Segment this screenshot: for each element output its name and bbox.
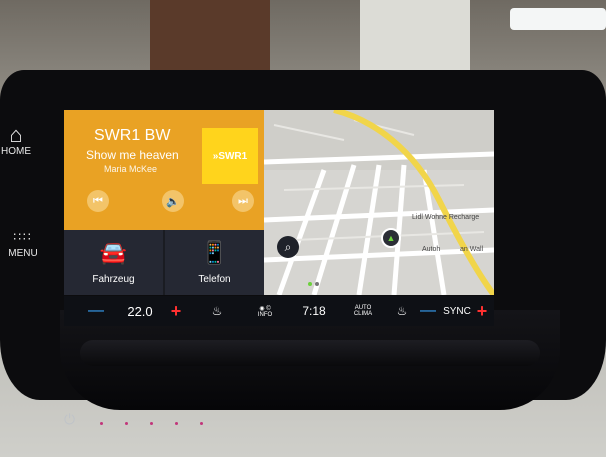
info-label: INFO [257,311,273,318]
home-icon: ⌂ [9,122,23,147]
next-button[interactable]: ⏭ [232,190,254,212]
background-door [150,0,270,70]
background-panel [360,0,470,80]
tile-telefon[interactable]: 📱 Telefon [165,230,264,295]
tile-label: Fahrzeug [92,274,135,285]
info-icon: ◉ © [259,305,271,312]
navigation-arrow-icon: ▲ [381,228,401,248]
car-infotainment-photo: ⏻ ⌂ HOME ∷∷ MENU SWR1 BW Show me heaven … [0,0,606,457]
previous-button[interactable]: ⏮ [87,190,109,212]
temp-right-minus[interactable]: — [420,296,436,326]
tile-label: Telefon [198,274,231,285]
tile-fahrzeug[interactable]: 🚘 Fahrzeug [64,230,163,295]
clima-button[interactable]: AUTO CLIMA [348,296,378,326]
clock: 7:18 [302,304,326,318]
mute-button[interactable]: 🔈 [162,190,184,212]
page-indicator [308,273,322,291]
temp-left-minus[interactable]: — [86,296,106,326]
phone-icon: 📱 [200,240,229,265]
temp-left-plus[interactable]: + [166,296,186,326]
station-logo: »SWR1 [202,128,258,184]
clima-label: CLIMA [353,311,373,317]
background-lamp [510,8,606,30]
bezel-ridge [80,340,540,366]
car-icon: 🚘 [99,240,128,265]
search-icon[interactable]: ⌕ [277,236,299,258]
home-button[interactable]: ⌂ HOME [0,122,32,158]
artist-name: Maria McKee [104,164,158,174]
infotainment-screen: SWR1 BW Show me heaven Maria McKee »SWR1… [64,110,494,295]
menu-label: MENU [8,248,38,259]
temp-left-value: 22.0 [127,303,153,319]
navigation-map[interactable]: Lidl Wohne Recharge Autoh an Wall ⌕ ▲ [264,110,494,295]
seat-heat-left-icon[interactable]: ♨ [204,296,230,326]
temp-right-plus[interactable]: + [474,296,490,326]
song-title: Show me heaven [86,148,179,162]
seat-heat-right-icon[interactable]: ♨ [390,296,414,326]
shortcut-tiles: 🚘 Fahrzeug 📱 Telefon [64,230,264,295]
menu-button[interactable]: ∷∷ MENU [4,226,42,259]
home-label: HOME [1,146,31,157]
station-name: SWR1 BW [94,127,171,144]
poi-label: Autoh [422,246,441,253]
grid-icon: ∷∷ [13,230,33,244]
poi-label: an Wall [460,246,484,253]
climate-bar: — 22.0 + ♨ ◉ © INFO 7:18 AUTO CLIMA ♨ — … [64,296,494,326]
ambient-leds [100,412,240,426]
info-button[interactable]: ◉ © INFO [250,296,280,326]
map-roads [264,110,494,295]
radio-widget[interactable]: SWR1 BW Show me heaven Maria McKee »SWR1… [64,110,264,230]
poi-label: Lidl Wohne Recharge [412,214,480,221]
sync-button[interactable]: SYNC [442,296,472,326]
power-icon[interactable]: ⏻ [64,411,75,428]
